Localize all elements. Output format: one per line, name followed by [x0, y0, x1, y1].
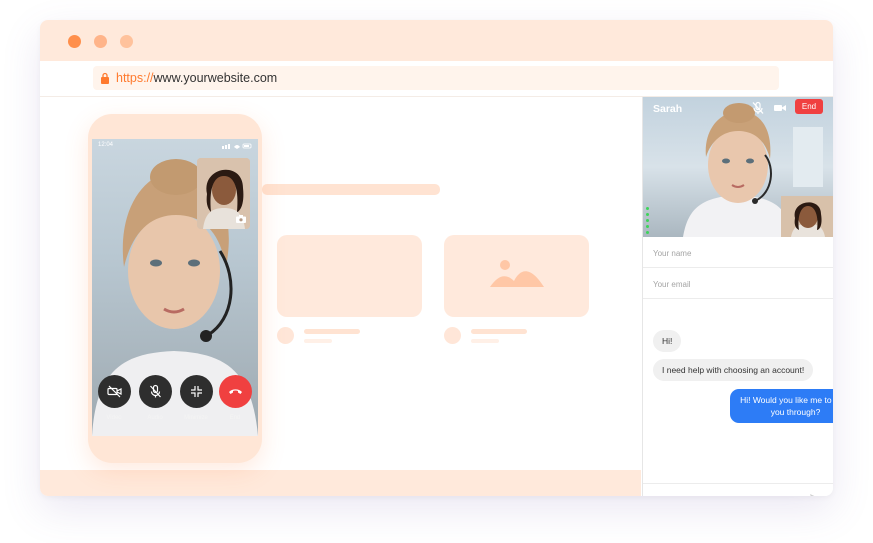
message-bubble-outgoing: Hi! Would you like me to walk you throug… — [730, 389, 833, 423]
placeholder-heading-bar — [262, 184, 440, 195]
image-icon — [490, 260, 544, 287]
video-feed: Sarah End — [643, 97, 833, 237]
phone-screen: 12:04 Video Audio Minimize End — [92, 139, 258, 436]
minimize-button[interactable] — [180, 375, 213, 408]
minimize-label: Minimize — [184, 415, 208, 421]
placeholder-line — [471, 339, 499, 343]
end-label: End — [229, 415, 241, 421]
placeholder-image-card — [444, 235, 589, 317]
end-call-button[interactable]: End — [795, 99, 823, 114]
close-dot[interactable] — [68, 35, 81, 48]
signal-indicator — [646, 207, 649, 210]
phone-hangup-icon — [229, 389, 242, 394]
status-time: 12:04 — [98, 142, 114, 148]
video-toggle-button[interactable] — [98, 375, 131, 408]
address-bar[interactable]: https://www.yourwebsite.com — [93, 66, 779, 90]
self-view-thumbnail[interactable] — [781, 196, 833, 237]
signal-indicator — [646, 231, 649, 234]
url-protocol: https:// — [116, 71, 154, 85]
mic-off-icon[interactable] — [751, 101, 765, 115]
name-input[interactable] — [653, 245, 823, 261]
placeholder-avatar — [444, 327, 461, 344]
mic-off-icon — [150, 384, 161, 398]
maximize-dot[interactable] — [120, 35, 133, 48]
signal-indicator — [646, 213, 649, 216]
page-footer — [40, 470, 641, 496]
video-label: Video — [106, 415, 122, 421]
send-message-row — [643, 483, 833, 496]
caller-name: Sarah — [653, 103, 683, 115]
send-message-input[interactable] — [653, 492, 803, 496]
name-field-row — [643, 237, 833, 268]
send-icon[interactable] — [810, 494, 823, 496]
placeholder-line — [304, 329, 360, 334]
placeholder-line — [471, 329, 527, 334]
video-camera-icon[interactable] — [773, 101, 787, 115]
video-off-icon — [107, 385, 122, 398]
message-bubble-incoming: Hi! — [653, 330, 682, 352]
address-row: https://www.yourwebsite.com — [40, 61, 833, 97]
placeholder-card — [277, 235, 422, 317]
minimize-dot[interactable] — [94, 35, 107, 48]
status-icons — [222, 143, 252, 149]
self-view-image — [781, 196, 833, 237]
url-text: https://www.yourwebsite.com — [116, 66, 277, 90]
chat-panel: Sarah End Your name Your email Hi! I nee… — [642, 97, 833, 496]
self-view-thumbnail[interactable] — [197, 158, 250, 229]
url-host: www.yourwebsite.com — [153, 71, 278, 85]
placeholder-avatar — [277, 327, 294, 344]
audio-toggle-button[interactable] — [139, 375, 172, 408]
title-bar — [40, 20, 833, 61]
email-field-row — [643, 268, 833, 299]
signal-indicator — [646, 219, 649, 222]
audio-label: Audio — [147, 415, 163, 421]
end-call-button[interactable] — [219, 375, 252, 408]
placeholder-line — [304, 339, 332, 343]
minimize-icon — [191, 386, 202, 397]
signal-indicator — [646, 225, 649, 228]
email-input[interactable] — [653, 276, 823, 292]
lock-icon — [101, 72, 109, 84]
phone-mockup: 12:04 Video Audio Minimize End — [88, 114, 262, 463]
message-bubble-incoming: I need help with choosing an account! — [653, 359, 814, 381]
camera-switch-icon[interactable] — [236, 215, 246, 223]
